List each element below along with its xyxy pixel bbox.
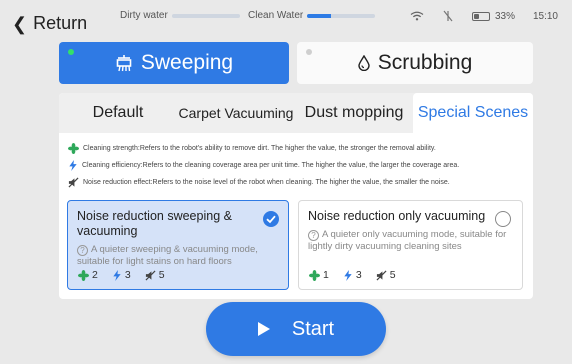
battery-percent: 33% [494, 10, 515, 22]
mode-sweeping-label: Sweeping [140, 51, 234, 74]
wifi-icon [410, 11, 424, 21]
option-description-text: A quieter only vacuuming mode, suitable … [308, 229, 507, 252]
return-button[interactable]: ❮ Return [12, 13, 87, 34]
mute-icon [145, 269, 156, 281]
tab-special-scenes[interactable]: Special Scenes [413, 93, 533, 133]
legend-efficiency: Cleaning efficiency:Refers to the cleani… [68, 160, 528, 171]
stat-strength-value: 2 [92, 269, 98, 281]
tab-carpet-vacuuming[interactable]: Carpet Vacuuming [177, 93, 295, 133]
fan-icon [78, 269, 89, 281]
option-stats: 2 3 5 [78, 269, 165, 281]
stat-noise-value: 5 [389, 269, 396, 281]
tab-dust-mopping[interactable]: Dust mopping [295, 93, 413, 133]
option-description: ? A quieter sweeping & vacuuming mode, su… [77, 244, 279, 267]
lightning-icon [344, 269, 352, 281]
stat-noise: 5 [145, 269, 165, 281]
system-icons: 33% 15:10 [410, 10, 558, 22]
play-icon [257, 322, 270, 336]
scene-tabs: Default Carpet Vacuuming Dust mopping Sp… [59, 93, 533, 133]
question-icon: ? [77, 245, 88, 256]
option-stats: 1 3 5 [309, 269, 396, 281]
tab-default[interactable]: Default [59, 93, 177, 133]
dirty-water-label: Dirty water [120, 10, 168, 21]
chevron-left-icon: ❮ [12, 13, 28, 34]
status-bar: ❮ Return Dirty water Clean Water 33% 15:… [0, 0, 572, 34]
clean-water-bar [307, 13, 376, 18]
legend-noise: Noise reduction effect:Refers to the noi… [68, 177, 528, 188]
clock: 15:10 [532, 10, 558, 22]
fan-icon [309, 269, 320, 281]
mode-indicator-dot [68, 49, 74, 55]
no-signal-icon [443, 10, 453, 22]
start-label: Start [291, 317, 335, 340]
stat-efficiency: 3 [112, 269, 131, 281]
scene-panel: Default Carpet Vacuuming Dust mopping Sp… [59, 93, 533, 299]
clean-water-fill [307, 13, 332, 18]
start-button[interactable]: Start [206, 302, 386, 356]
dirty-water-bar [171, 13, 240, 18]
battery-indicator: 33% [471, 10, 515, 22]
sweeper-icon [116, 55, 132, 72]
stat-strength: 2 [78, 269, 98, 281]
stat-noise: 5 [376, 269, 396, 281]
mode-indicator-dot [306, 49, 312, 55]
clean-water-label: Clean Water [248, 10, 304, 21]
option-description-text: A quieter sweeping & vacuuming mode, sui… [77, 244, 258, 267]
return-label: Return [33, 13, 88, 33]
stat-efficiency-value: 3 [355, 269, 362, 281]
dirty-water-indicator: Dirty water [120, 10, 240, 21]
mode-sweeping[interactable]: Sweeping [59, 42, 289, 84]
clean-water-indicator: Clean Water [248, 10, 376, 21]
mute-icon [376, 269, 387, 281]
option-description: ? A quieter only vacuuming mode, suitable… [308, 229, 513, 252]
stat-strength-value: 1 [323, 269, 329, 281]
water-drop-icon [358, 55, 370, 71]
option-title: Noise reduction sweeping & vacuuming [77, 209, 232, 238]
option-noise-reduction-sweeping[interactable]: Noise reduction sweeping & vacuuming ? A … [67, 200, 289, 290]
legend-efficiency-text: Cleaning efficiency:Refers to the cleani… [82, 162, 460, 169]
battery-fill [473, 13, 479, 19]
mute-icon [68, 177, 79, 188]
stat-efficiency: 3 [343, 269, 362, 281]
legend-strength-text: Cleaning strength:Refers to the robot's … [83, 145, 436, 152]
battery-icon [471, 11, 490, 21]
lightning-icon [113, 269, 121, 281]
lightning-icon [69, 160, 77, 171]
option-title: Noise reduction only vacuuming [308, 209, 486, 223]
stat-noise-value: 5 [158, 269, 165, 281]
question-icon: ? [308, 230, 319, 241]
option-noise-reduction-vacuuming[interactable]: Noise reduction only vacuuming ? A quiete… [298, 200, 523, 290]
mode-scrubbing[interactable]: Scrubbing [297, 42, 533, 84]
stat-efficiency-value: 3 [124, 269, 131, 281]
radio-unselected-icon [495, 211, 511, 227]
stat-strength: 1 [309, 269, 329, 281]
legend-noise-text: Noise reduction effect:Refers to the noi… [83, 179, 450, 186]
fan-icon [68, 143, 79, 154]
legend-strength: Cleaning strength:Refers to the robot's … [68, 143, 528, 154]
checkmark-icon [263, 211, 279, 227]
mode-scrubbing-label: Scrubbing [377, 51, 473, 74]
